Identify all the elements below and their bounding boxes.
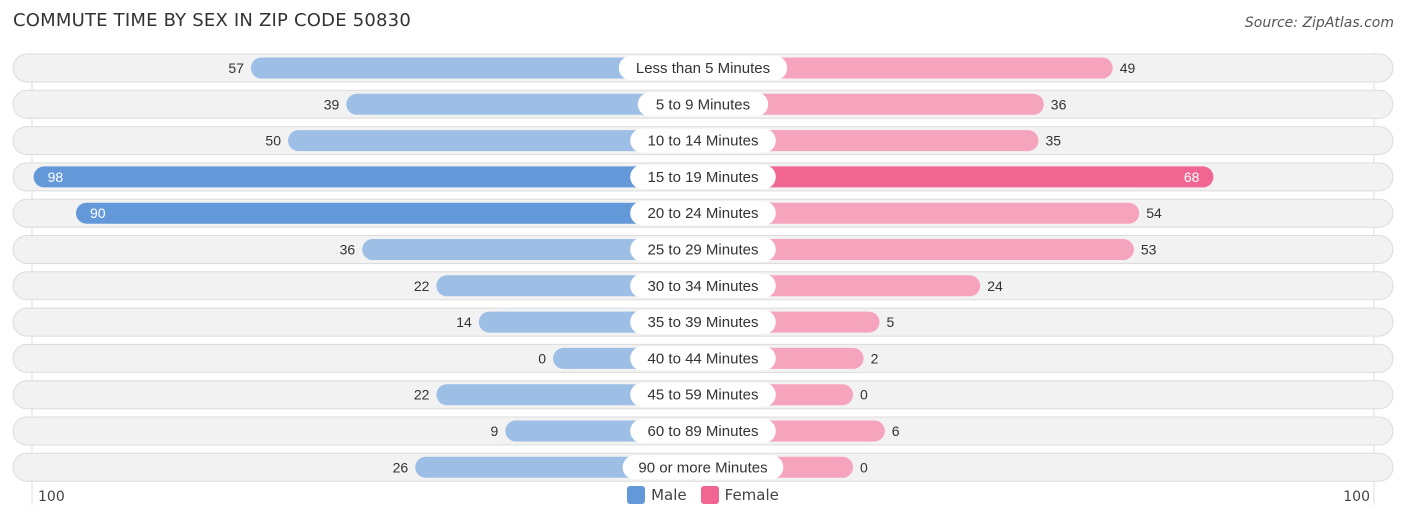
- male-value-label: 26: [393, 459, 409, 475]
- category-label: 5 to 9 Minutes: [656, 96, 750, 113]
- category-label: 10 to 14 Minutes: [648, 133, 759, 150]
- male-value-label: 98: [48, 169, 64, 185]
- male-value-label: 39: [324, 96, 340, 112]
- female-value-label: 2: [871, 350, 879, 366]
- category-label: 25 to 29 Minutes: [648, 242, 759, 259]
- category-label: 15 to 19 Minutes: [648, 169, 759, 186]
- legend-item-female: Female: [700, 486, 779, 504]
- male-value-label: 14: [456, 314, 472, 330]
- category-label: 40 to 44 Minutes: [648, 350, 759, 367]
- male-value-label: 22: [414, 278, 430, 294]
- male-bar: [76, 202, 703, 224]
- female-value-label: 68: [1184, 169, 1200, 185]
- category-label: 35 to 39 Minutes: [648, 314, 759, 331]
- legend-swatch-female: [700, 486, 719, 504]
- male-value-label: 57: [228, 60, 244, 76]
- female-value-label: 5: [887, 314, 895, 330]
- legend-swatch-male: [627, 486, 646, 504]
- female-value-label: 35: [1046, 133, 1062, 149]
- female-value-label: 24: [987, 278, 1003, 294]
- category-label: 20 to 24 Minutes: [648, 205, 759, 222]
- male-bar: [33, 166, 704, 188]
- male-value-label: 50: [265, 133, 281, 149]
- female-value-label: 0: [860, 459, 868, 475]
- category-label: 60 to 89 Minutes: [648, 423, 759, 440]
- female-value-label: 6: [892, 423, 900, 439]
- legend-label-female: Female: [724, 486, 779, 504]
- legend-label-male: Male: [651, 486, 687, 504]
- female-value-label: 36: [1051, 96, 1067, 112]
- male-value-label: 0: [538, 350, 546, 366]
- female-bar: [703, 166, 1214, 188]
- female-value-label: 53: [1141, 242, 1157, 258]
- male-value-label: 22: [414, 387, 430, 403]
- category-label: Less than 5 Minutes: [636, 60, 770, 77]
- male-value-label: 36: [340, 242, 356, 258]
- category-label: 30 to 34 Minutes: [648, 278, 759, 295]
- female-value-label: 54: [1146, 205, 1162, 221]
- male-value-label: 90: [90, 205, 106, 221]
- chart-area: Less than 5 Minutes 57 49 5 to 9 Minutes 39 3…: [12, 52, 1394, 505]
- male-value-label: 9: [491, 423, 499, 439]
- female-value-label: 0: [860, 387, 868, 403]
- category-label: 45 to 59 Minutes: [648, 387, 759, 404]
- legend-item-male: Male: [627, 486, 687, 504]
- female-value-label: 49: [1120, 60, 1136, 76]
- legend: Male Female: [0, 486, 1406, 504]
- category-label: 90 or more Minutes: [638, 459, 767, 476]
